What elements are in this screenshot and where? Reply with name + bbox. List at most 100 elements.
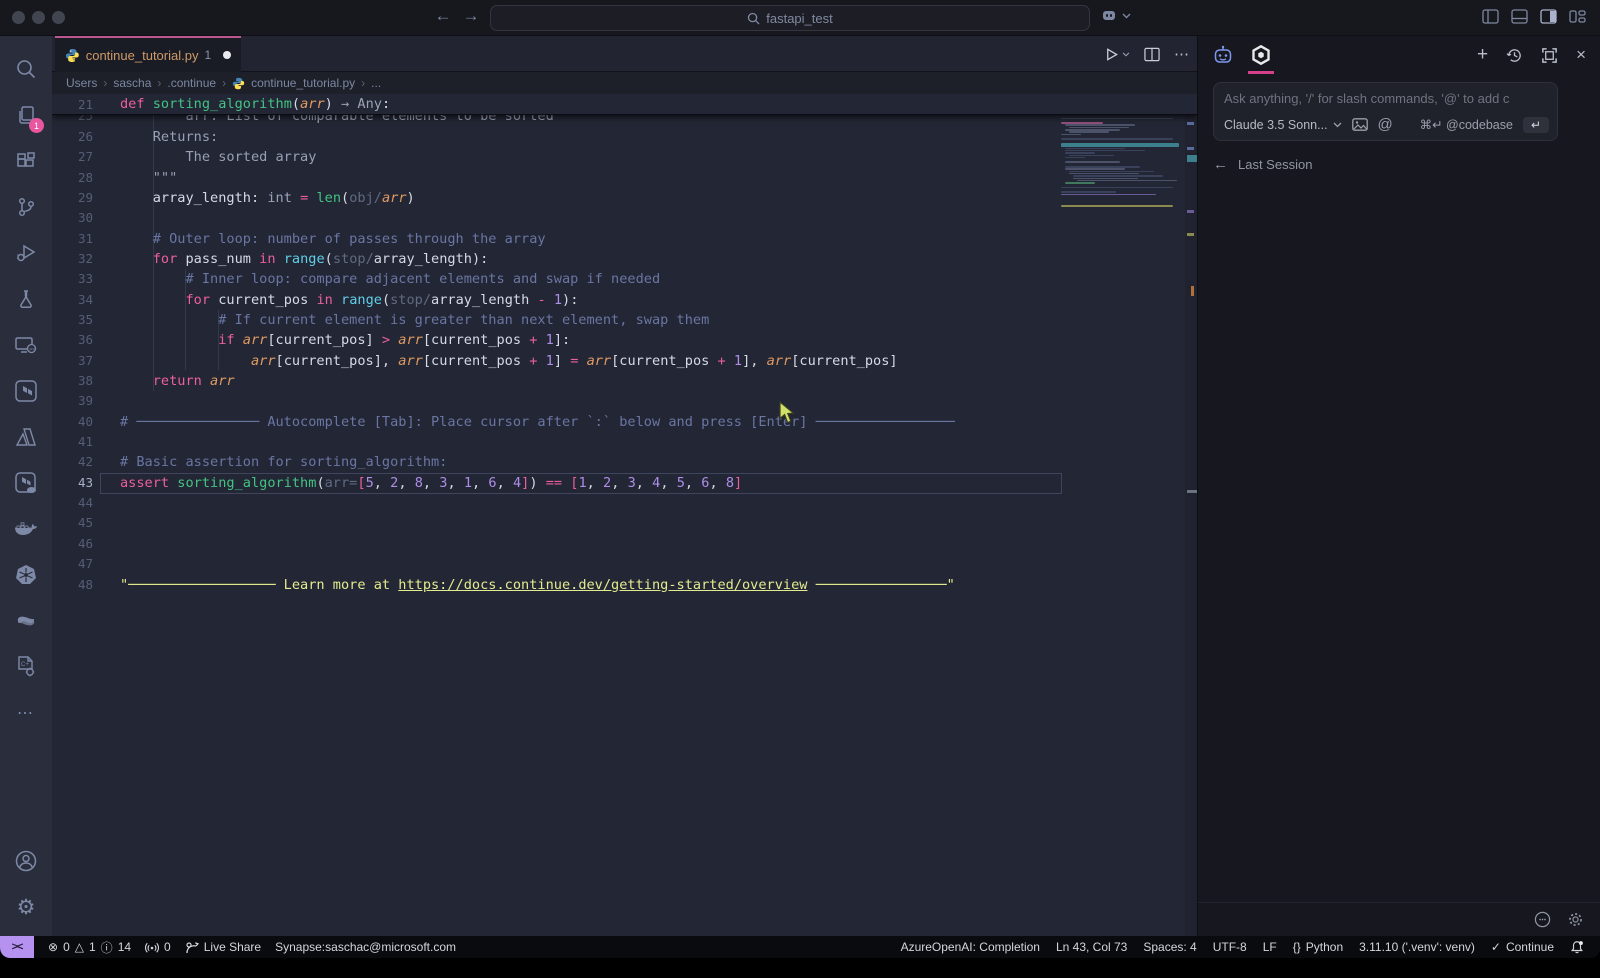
minimap[interactable]: Continue — [1061, 96, 1183, 226]
testing-view-icon[interactable] — [4, 276, 48, 322]
code-line-28[interactable]: 28 """ — [52, 168, 1197, 188]
navigate-forward-icon[interactable]: → — [460, 6, 482, 26]
docker-view-icon[interactable] — [4, 506, 48, 552]
customize-layout-icon[interactable] — [1569, 9, 1586, 24]
code-line-40[interactable]: 40# ─────────────── Autocomplete [Tab]: … — [52, 412, 1197, 432]
code-line-30[interactable]: 30 — [52, 208, 1197, 228]
code-line-39[interactable]: 39 — [52, 391, 1197, 411]
cpp-tools-view-icon[interactable]: C+ — [4, 644, 48, 690]
split-editor-icon[interactable] — [1144, 47, 1160, 62]
synapse-view-icon[interactable] — [4, 598, 48, 644]
encoding-status[interactable]: UTF-8 — [1213, 940, 1247, 954]
additional-views-icon[interactable]: ⋯ — [4, 690, 48, 736]
more-actions-icon[interactable]: ⋯ — [1174, 45, 1189, 63]
code-line-42[interactable]: 42# Basic assertion for sorting_algorith… — [52, 452, 1197, 472]
history-icon[interactable] — [1506, 47, 1523, 64]
toggle-panel-icon[interactable] — [1511, 9, 1528, 24]
panel-settings-gear-icon[interactable] — [1567, 911, 1584, 928]
feedback-smiley-icon[interactable] — [1534, 911, 1551, 928]
language-status[interactable]: {} Python — [1293, 940, 1343, 954]
code-editor[interactable]: 25 arr: List of comparable elements to b… — [52, 94, 1197, 936]
code-line-33[interactable]: 33 # Inner loop: compare adjacent elemen… — [52, 269, 1197, 289]
breadcrumb-item[interactable]: ... — [371, 76, 381, 90]
modified-indicator-icon[interactable] — [223, 51, 231, 59]
source-control-view-icon[interactable] — [4, 184, 48, 230]
minimap-line — [1065, 168, 1125, 170]
search-view-icon[interactable] — [4, 46, 48, 92]
breadcrumb-item[interactable]: .continue — [167, 76, 216, 90]
add-context-at-icon[interactable]: @ — [1378, 116, 1393, 133]
code-line-27[interactable]: 27 The sorted array — [52, 147, 1197, 167]
line-number: 36 — [52, 330, 93, 350]
line-content: for current_pos in range(stop/array_leng… — [120, 290, 578, 310]
breadcrumb-item[interactable]: sascha — [113, 76, 151, 90]
zoom-window-button[interactable] — [52, 11, 65, 24]
azure-openai-status[interactable]: AzureOpenAI: Completion — [901, 940, 1040, 954]
breadcrumb[interactable]: Users › sascha › .continue › continue_tu… — [52, 72, 1197, 94]
extensions-view-icon[interactable] — [4, 138, 48, 184]
minimize-window-button[interactable] — [32, 11, 45, 24]
sticky-scroll-line[interactable]: 21def sorting_algorithm(arr) → Any: — [52, 94, 1197, 115]
problems-status[interactable]: ⊗ 0 △ 1 ⓘ 14 — [48, 939, 131, 956]
manage-settings-icon[interactable]: ⚙ — [4, 884, 48, 930]
ports-status[interactable]: 0 — [145, 940, 171, 954]
code-line-44[interactable]: 44 — [52, 493, 1197, 513]
breadcrumb-item[interactable]: Users — [66, 76, 97, 90]
toggle-secondary-sidebar-icon[interactable] — [1540, 9, 1557, 24]
account-status[interactable]: Synapse:saschac@microsoft.com — [275, 940, 456, 954]
code-line-47[interactable]: 47 — [52, 554, 1197, 574]
code-line-34[interactable]: 34 for current_pos in range(stop/array_l… — [52, 290, 1197, 310]
tab-continue-tutorial[interactable]: continue_tutorial.py 1 — [55, 36, 241, 72]
code-line-35[interactable]: 35 # If current element is greater than … — [52, 310, 1197, 330]
cursor-position-status[interactable]: Ln 43, Col 73 — [1056, 940, 1127, 954]
command-center-search[interactable]: fastapi_test — [490, 5, 1090, 31]
terraform-cloud-view-icon[interactable] — [4, 460, 48, 506]
code-line-36[interactable]: 36 if arr[current_pos] > arr[current_pos… — [52, 330, 1197, 350]
code-line-46[interactable]: 46 — [52, 534, 1197, 554]
remote-explorer-view-icon[interactable]: >< — [4, 322, 48, 368]
navigate-back-icon[interactable]: ← — [432, 6, 454, 26]
close-panel-icon[interactable]: × — [1576, 45, 1586, 65]
chat-input-box[interactable]: Ask anything, '/' for slash commands, '@… — [1213, 82, 1558, 141]
attach-image-icon[interactable] — [1352, 118, 1368, 131]
indentation-status[interactable]: Spaces: 4 — [1143, 940, 1196, 954]
overview-ruler[interactable] — [1185, 94, 1197, 936]
line-content: # Inner loop: compare adjacent elements … — [120, 269, 660, 289]
code-line-41[interactable]: 41 — [52, 432, 1197, 452]
code-line-31[interactable]: 31 # Outer loop: number of passes throug… — [52, 229, 1197, 249]
notifications-bell[interactable] — [1570, 940, 1584, 954]
model-selector[interactable]: Claude 3.5 Sonn... — [1224, 118, 1342, 132]
python-interpreter-status[interactable]: 3.11.10 ('.venv': venv) — [1359, 940, 1475, 954]
run-debug-view-icon[interactable] — [4, 230, 48, 276]
fullscreen-icon[interactable] — [1541, 47, 1558, 64]
code-line-29[interactable]: 29 array_length: int = len(obj/arr) — [52, 188, 1197, 208]
copilot-menu[interactable] — [1100, 8, 1131, 24]
code-line-43[interactable]: 43assert sorting_algorithm(arr=[5, 2, 8,… — [52, 473, 1197, 493]
tab-robot-view[interactable] — [1212, 36, 1234, 74]
new-session-icon[interactable]: + — [1477, 44, 1488, 66]
toggle-primary-sidebar-icon[interactable] — [1482, 9, 1499, 24]
code-line-45[interactable]: 45 — [52, 513, 1197, 533]
remote-indicator[interactable]: >< — [0, 936, 34, 958]
kubernetes-view-icon[interactable] — [4, 552, 48, 598]
code-line-26[interactable]: 26 Returns: — [52, 127, 1197, 147]
code-line-37[interactable]: 37 arr[current_pos], arr[current_pos + 1… — [52, 351, 1197, 371]
line-number: 29 — [52, 188, 93, 208]
accounts-icon[interactable] — [4, 838, 48, 884]
eol-status[interactable]: LF — [1263, 940, 1277, 954]
breadcrumb-item[interactable]: continue_tutorial.py — [251, 76, 355, 90]
code-line-32[interactable]: 32 for pass_num in range(stop/array_leng… — [52, 249, 1197, 269]
close-window-button[interactable] — [12, 11, 25, 24]
last-session-link[interactable]: ← Last Session — [1213, 156, 1312, 173]
run-python-file-button[interactable] — [1104, 47, 1130, 62]
azure-view-icon[interactable] — [4, 414, 48, 460]
tab-continue-chat[interactable] — [1250, 36, 1272, 74]
code-line-48[interactable]: 48"────────────────── Learn more at http… — [52, 575, 1197, 595]
terraform-view-icon[interactable] — [4, 368, 48, 414]
run-options-chevron-icon[interactable] — [1122, 52, 1130, 57]
live-share-status[interactable]: Live Share — [185, 940, 261, 954]
continue-status[interactable]: ✓ Continue — [1491, 940, 1554, 954]
submit-enter-button[interactable]: ↵ — [1523, 117, 1549, 133]
code-line-38[interactable]: 38 return arr — [52, 371, 1197, 391]
explorer-view-icon[interactable]: 1 — [4, 92, 48, 138]
